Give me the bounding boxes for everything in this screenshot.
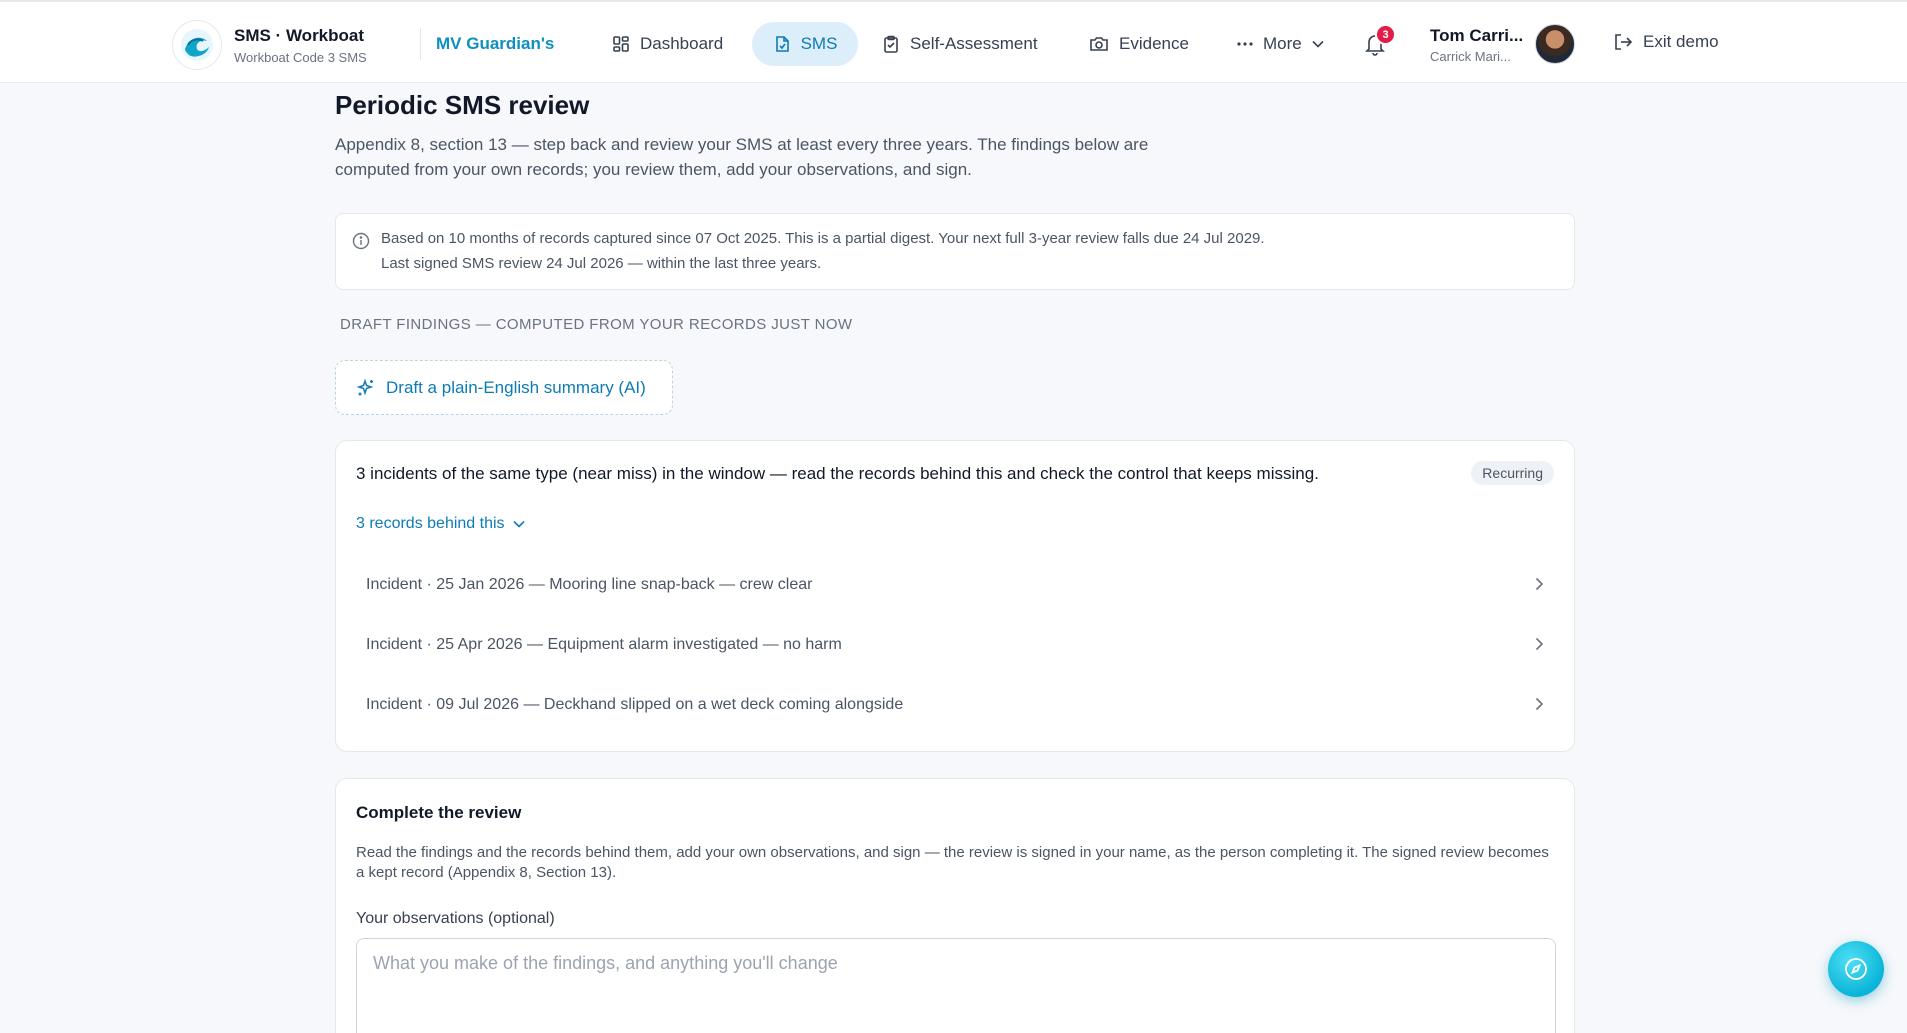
user-menu[interactable]: Tom Carri... Carrick Mari... <box>1430 26 1523 64</box>
records-toggle-label: 3 records behind this <box>356 515 505 532</box>
chevron-down-icon <box>512 520 525 528</box>
list-item[interactable]: Incident · 25 Jan 2026 — Mooring line sn… <box>356 561 1556 609</box>
complete-review-card: Complete the review Read the findings an… <box>335 778 1575 1033</box>
brand[interactable]: SMS · Workboat Workboat Code 3 SMS <box>172 20 367 70</box>
record-label: Incident · 09 Jul 2026 — Deckhand slippe… <box>366 696 904 713</box>
logo-wave-icon <box>172 20 222 70</box>
page-description: Appendix 8, section 13 — step back and r… <box>335 135 1149 179</box>
ai-summary-label: Draft a plain-English summary (AI) <box>386 377 646 397</box>
observations-label: Your observations (optional) <box>356 910 555 927</box>
exit-demo-button[interactable]: Exit demo <box>1613 32 1719 52</box>
list-item[interactable]: Incident · 25 Apr 2026 — Equipment alarm… <box>356 621 1556 669</box>
dashboard-grid-icon <box>612 35 630 53</box>
chevron-right-icon <box>1535 577 1544 596</box>
status-badge: Recurring <box>1471 461 1554 485</box>
records-toggle[interactable]: 3 records behind this <box>356 515 525 533</box>
info-line-1: Based on 10 months of records captured s… <box>381 230 1265 247</box>
top-nav-bar: SMS · Workboat Workboat Code 3 SMS MV Gu… <box>0 0 1907 83</box>
info-line-2: Last signed SMS review 24 Jul 2026 — wit… <box>381 255 822 272</box>
section-label: DRAFT FINDINGS — COMPUTED FROM YOUR RECO… <box>340 316 853 333</box>
info-banner: Based on 10 months of records captured s… <box>335 213 1575 290</box>
chevron-down-icon <box>1312 40 1324 48</box>
nav-sms[interactable]: SMS <box>752 22 858 66</box>
clipboard-check-icon <box>882 35 900 53</box>
page-title: Periodic SMS review <box>335 90 590 120</box>
record-label: Incident · 25 Jan 2026 — Mooring line sn… <box>366 576 813 593</box>
notification-badge: 3 <box>1375 24 1396 45</box>
logout-icon <box>1613 32 1633 52</box>
ai-summary-button[interactable]: Draft a plain-English summary (AI) <box>335 360 673 415</box>
compass-help-button[interactable] <box>1828 941 1884 997</box>
nav-sms-label: SMS <box>800 34 838 53</box>
user-org: Carrick Mari... <box>1430 49 1511 64</box>
review-title: Complete the review <box>356 803 522 822</box>
nav-more[interactable]: More <box>1237 22 1324 66</box>
divider <box>420 28 421 60</box>
nav-more-label: More <box>1263 34 1302 53</box>
avatar[interactable] <box>1535 24 1575 64</box>
chevron-right-icon <box>1535 637 1544 656</box>
exit-demo-label: Exit demo <box>1643 32 1719 51</box>
brand-subtitle: Workboat Code 3 SMS <box>234 49 367 65</box>
finding-card: 3 incidents of the same type (near miss)… <box>335 440 1575 752</box>
vessel-selector[interactable]: MV Guardian's <box>436 34 554 54</box>
camera-icon <box>1089 35 1109 53</box>
chevron-right-icon <box>1535 697 1544 716</box>
list-item[interactable]: Incident · 09 Jul 2026 — Deckhand slippe… <box>356 681 1556 729</box>
observations-field[interactable] <box>356 938 1556 1033</box>
nav-self-assessment[interactable]: Self-Assessment <box>882 22 1038 66</box>
sparkles-icon <box>356 378 376 398</box>
info-icon <box>352 232 370 255</box>
user-name: Tom Carri... <box>1430 26 1524 45</box>
review-description: Read the findings and the records behind… <box>356 844 1549 881</box>
brand-title: SMS · Workboat <box>234 25 365 45</box>
ellipsis-icon <box>1237 41 1253 47</box>
nav-dashboard-label: Dashboard <box>640 34 724 53</box>
file-icon <box>773 35 791 53</box>
nav-evidence[interactable]: Evidence <box>1089 22 1189 66</box>
finding-text: 3 incidents of the same type (near miss)… <box>356 464 1319 483</box>
nav-dashboard[interactable]: Dashboard <box>612 22 723 66</box>
record-label: Incident · 25 Apr 2026 — Equipment alarm… <box>366 636 842 653</box>
nav-self-assessment-label: Self-Assessment <box>910 34 1038 53</box>
nav-evidence-label: Evidence <box>1119 34 1189 53</box>
compass-icon <box>1843 956 1869 982</box>
